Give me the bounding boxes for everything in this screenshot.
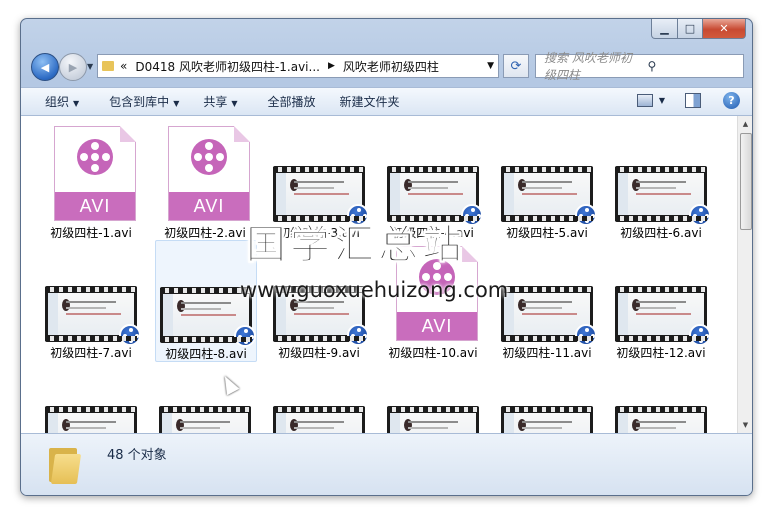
file-item[interactable]: 初级四柱-12.avi	[611, 246, 711, 362]
forward-arrow-icon: ▶	[68, 60, 78, 74]
media-player-icon	[347, 324, 369, 346]
new-folder-button[interactable]: 新建文件夹	[340, 93, 400, 110]
search-icon[interactable]: ⚲	[648, 59, 744, 73]
video-thumbnail	[273, 406, 365, 433]
file-item[interactable]: AVI 初级四柱-1.avi	[41, 126, 141, 242]
details-pane: 48 个对象	[21, 433, 752, 495]
video-thumbnail	[159, 406, 251, 433]
file-item[interactable]: 初级四柱-5.avi	[497, 126, 597, 242]
avi-label: AVI	[169, 192, 249, 220]
preview-pane-icon[interactable]	[685, 93, 701, 108]
file-name: 初级四柱-9.avi	[278, 346, 360, 360]
play-all-button[interactable]: 全部播放	[268, 93, 316, 110]
breadcrumb-parent[interactable]: D0418 风吹老师初级四柱-1.avi...	[135, 58, 320, 75]
organize-label: 组织	[45, 95, 70, 109]
maximize-button[interactable]: □	[678, 19, 703, 39]
media-player-icon	[119, 324, 141, 346]
search-placeholder: 搜索 风吹老师初级四柱	[544, 51, 632, 82]
media-player-icon	[234, 325, 256, 347]
file-item[interactable]: 初级四柱-7.avi	[41, 246, 141, 362]
file-name: 初级四柱-6.avi	[620, 226, 702, 240]
file-name: 初级四柱-2.avi	[164, 226, 246, 240]
help-icon[interactable]: ?	[723, 92, 740, 109]
video-thumbnail	[387, 406, 479, 433]
file-item[interactable]: 初级四柱-16.avi	[383, 366, 483, 433]
file-item[interactable]: AVI 初级四柱-2.avi	[155, 126, 255, 242]
video-thumbnail	[501, 286, 597, 346]
media-player-icon	[575, 324, 597, 346]
scroll-down-icon[interactable]: ▼	[738, 417, 752, 433]
view-controls: ▼ ?	[636, 92, 740, 109]
file-item[interactable]: 初级四柱-14.avi	[155, 366, 255, 433]
watermark-title: 国学汇总站	[246, 222, 466, 269]
film-reel-icon	[77, 139, 113, 175]
file-item[interactable]: 初级四柱-6.avi	[611, 126, 711, 242]
avi-file-icon: AVI	[54, 126, 136, 221]
media-player-icon	[575, 204, 597, 226]
address-prefix[interactable]: «	[120, 59, 127, 73]
navigation-bar: ◀ ▶ ▼ « D0418 风吹老师初级四柱-1.avi... ▶ 风吹老师初级…	[29, 51, 744, 82]
film-reel-icon	[191, 139, 227, 175]
file-name: 初级四柱-10.avi	[388, 346, 478, 360]
media-player-icon	[689, 324, 711, 346]
video-thumbnail	[45, 286, 141, 346]
video-thumbnail	[615, 286, 711, 346]
file-name: 初级四柱-1.avi	[50, 226, 132, 240]
view-options-dropdown[interactable]: ▼	[659, 96, 665, 105]
file-item[interactable]: 初级四柱-17.avi	[497, 366, 597, 433]
search-input[interactable]: 搜索 风吹老师初级四柱 ⚲	[535, 51, 744, 82]
file-view[interactable]: AVI 初级四柱-1.avi AVI 初级四柱-2.avi 初级四柱-3.avi 初级四柱…	[21, 116, 737, 433]
avi-label: AVI	[397, 312, 477, 340]
chevron-down-icon: ▼	[173, 99, 180, 108]
refresh-icon: ⟳	[510, 58, 522, 74]
breadcrumb-current[interactable]: 风吹老师初级四柱	[343, 58, 439, 75]
chevron-down-icon: ▼	[73, 99, 80, 108]
organize-button[interactable]: 组织 ▼	[45, 93, 79, 110]
file-item[interactable]: 初级四柱-15.avi	[269, 366, 369, 433]
minimize-button[interactable]: ▁	[651, 19, 678, 39]
scrollbar-thumb[interactable]	[740, 133, 752, 230]
close-button[interactable]: ✕	[703, 19, 746, 39]
file-name: 初级四柱-7.avi	[50, 346, 132, 360]
file-name: 初级四柱-8.avi	[165, 347, 247, 361]
back-arrow-icon: ◀	[40, 60, 50, 74]
refresh-button[interactable]: ⟳	[503, 54, 529, 78]
file-item[interactable]: 初级四柱-11.avi	[497, 246, 597, 362]
folder-icon	[49, 444, 82, 484]
file-name: 初级四柱-5.avi	[506, 226, 588, 240]
media-player-icon	[689, 204, 711, 226]
window-controls: ▁ □ ✕	[651, 19, 746, 39]
vertical-scrollbar[interactable]: ▲ ▼	[737, 116, 752, 433]
address-dropdown-icon[interactable]: ▼	[487, 61, 494, 71]
watermark-url: www.guoxuehuizong.com	[240, 278, 509, 302]
change-view-icon[interactable]	[636, 94, 653, 107]
file-item[interactable]: 初级四柱-18.avi	[611, 366, 711, 433]
item-count: 48 个对象	[107, 448, 167, 463]
chevron-down-icon: ▼	[231, 99, 238, 108]
address-bar[interactable]: « D0418 风吹老师初级四柱-1.avi... ▶ 风吹老师初级四柱 ▼	[97, 54, 499, 78]
avi-file-icon: AVI	[168, 126, 250, 221]
video-thumbnail	[160, 287, 256, 347]
share-label: 共享	[203, 95, 228, 109]
include-library-label: 包含到库中	[109, 95, 170, 109]
video-thumbnail	[45, 406, 137, 433]
video-thumbnail	[501, 166, 597, 226]
file-name: 初级四柱-11.avi	[502, 346, 592, 360]
avi-label: AVI	[55, 192, 135, 220]
file-name: 初级四柱-12.avi	[616, 346, 706, 360]
video-thumbnail	[615, 406, 707, 433]
scroll-up-icon[interactable]: ▲	[738, 116, 752, 132]
recent-pages-dropdown[interactable]: ▼	[87, 62, 93, 71]
forward-button[interactable]: ▶	[59, 53, 87, 81]
back-button[interactable]: ◀	[31, 53, 59, 81]
video-thumbnail	[615, 166, 711, 226]
breadcrumb-separator-icon[interactable]: ▶	[328, 61, 335, 71]
include-library-button[interactable]: 包含到库中 ▼	[109, 93, 179, 110]
command-toolbar: 组织 ▼ 包含到库中 ▼ 共享 ▼ 全部播放 新建文件夹 ▼ ?	[21, 87, 752, 116]
folder-icon	[102, 61, 114, 71]
share-button[interactable]: 共享 ▼	[203, 93, 237, 110]
file-item[interactable]: 初级四柱-13.avi	[41, 366, 141, 433]
video-thumbnail	[501, 406, 593, 433]
